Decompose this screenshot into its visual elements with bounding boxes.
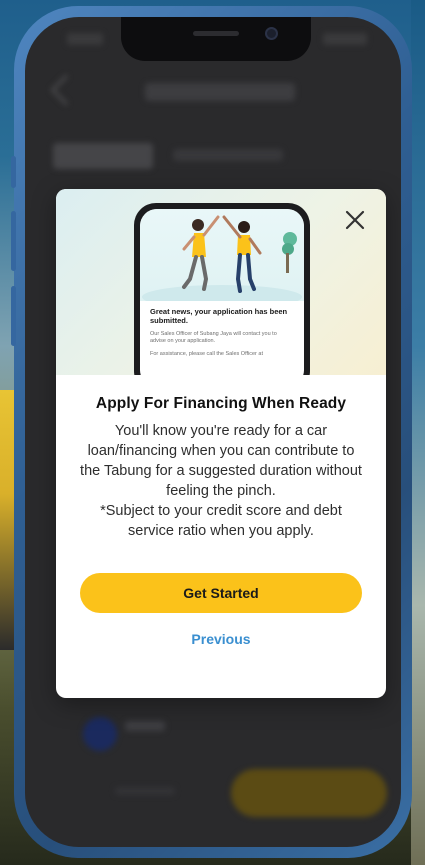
phone-screen: Great news, your application has been su…: [25, 17, 401, 847]
status-time: [67, 33, 103, 45]
background-heading: [53, 143, 153, 169]
people-high-five-icon: [142, 215, 302, 301]
notch: [121, 17, 311, 61]
volume-up-button: [11, 211, 16, 271]
background-button: [231, 769, 387, 817]
back-arrow-icon: [50, 74, 82, 106]
illustration-phone: Great news, your application has been su…: [134, 203, 310, 375]
modal-body-text: You'll know you're ready for a car loan/…: [80, 423, 362, 499]
get-started-button[interactable]: Get Started: [80, 573, 362, 613]
illustration-headline: Great news, your application has been su…: [150, 307, 288, 326]
previous-button[interactable]: Previous: [191, 631, 250, 647]
illustration-body: Our Sales Officer of Subang Jaya will co…: [150, 330, 277, 345]
close-button[interactable]: [342, 207, 368, 233]
background-scenery-right: [411, 0, 425, 865]
high-five-illustration: [140, 209, 304, 301]
background-avatar: [83, 717, 117, 751]
close-icon: [345, 210, 365, 230]
modal-title: Apply For Financing When Ready: [95, 395, 347, 412]
modal-disclaimer: *Subject to your credit score and debt s…: [100, 503, 342, 539]
phone-frame: Great news, your application has been su…: [11, 6, 412, 858]
background-subheading: [173, 149, 283, 161]
modal-illustration: Great news, your application has been su…: [56, 189, 386, 375]
mute-switch: [11, 156, 16, 188]
financing-modal: Great news, your application has been su…: [56, 189, 386, 698]
background-text: [115, 787, 175, 795]
volume-down-button: [11, 286, 16, 346]
illustration-phone-screen: Great news, your application has been su…: [140, 209, 304, 375]
front-camera: [265, 27, 278, 40]
speaker-grille: [193, 31, 239, 36]
illustration-body-2: For assistance, please call the Sales Of…: [150, 351, 264, 358]
background-page-title: [145, 83, 295, 101]
status-icons: [323, 33, 367, 45]
background-avatar-label: [125, 721, 165, 731]
